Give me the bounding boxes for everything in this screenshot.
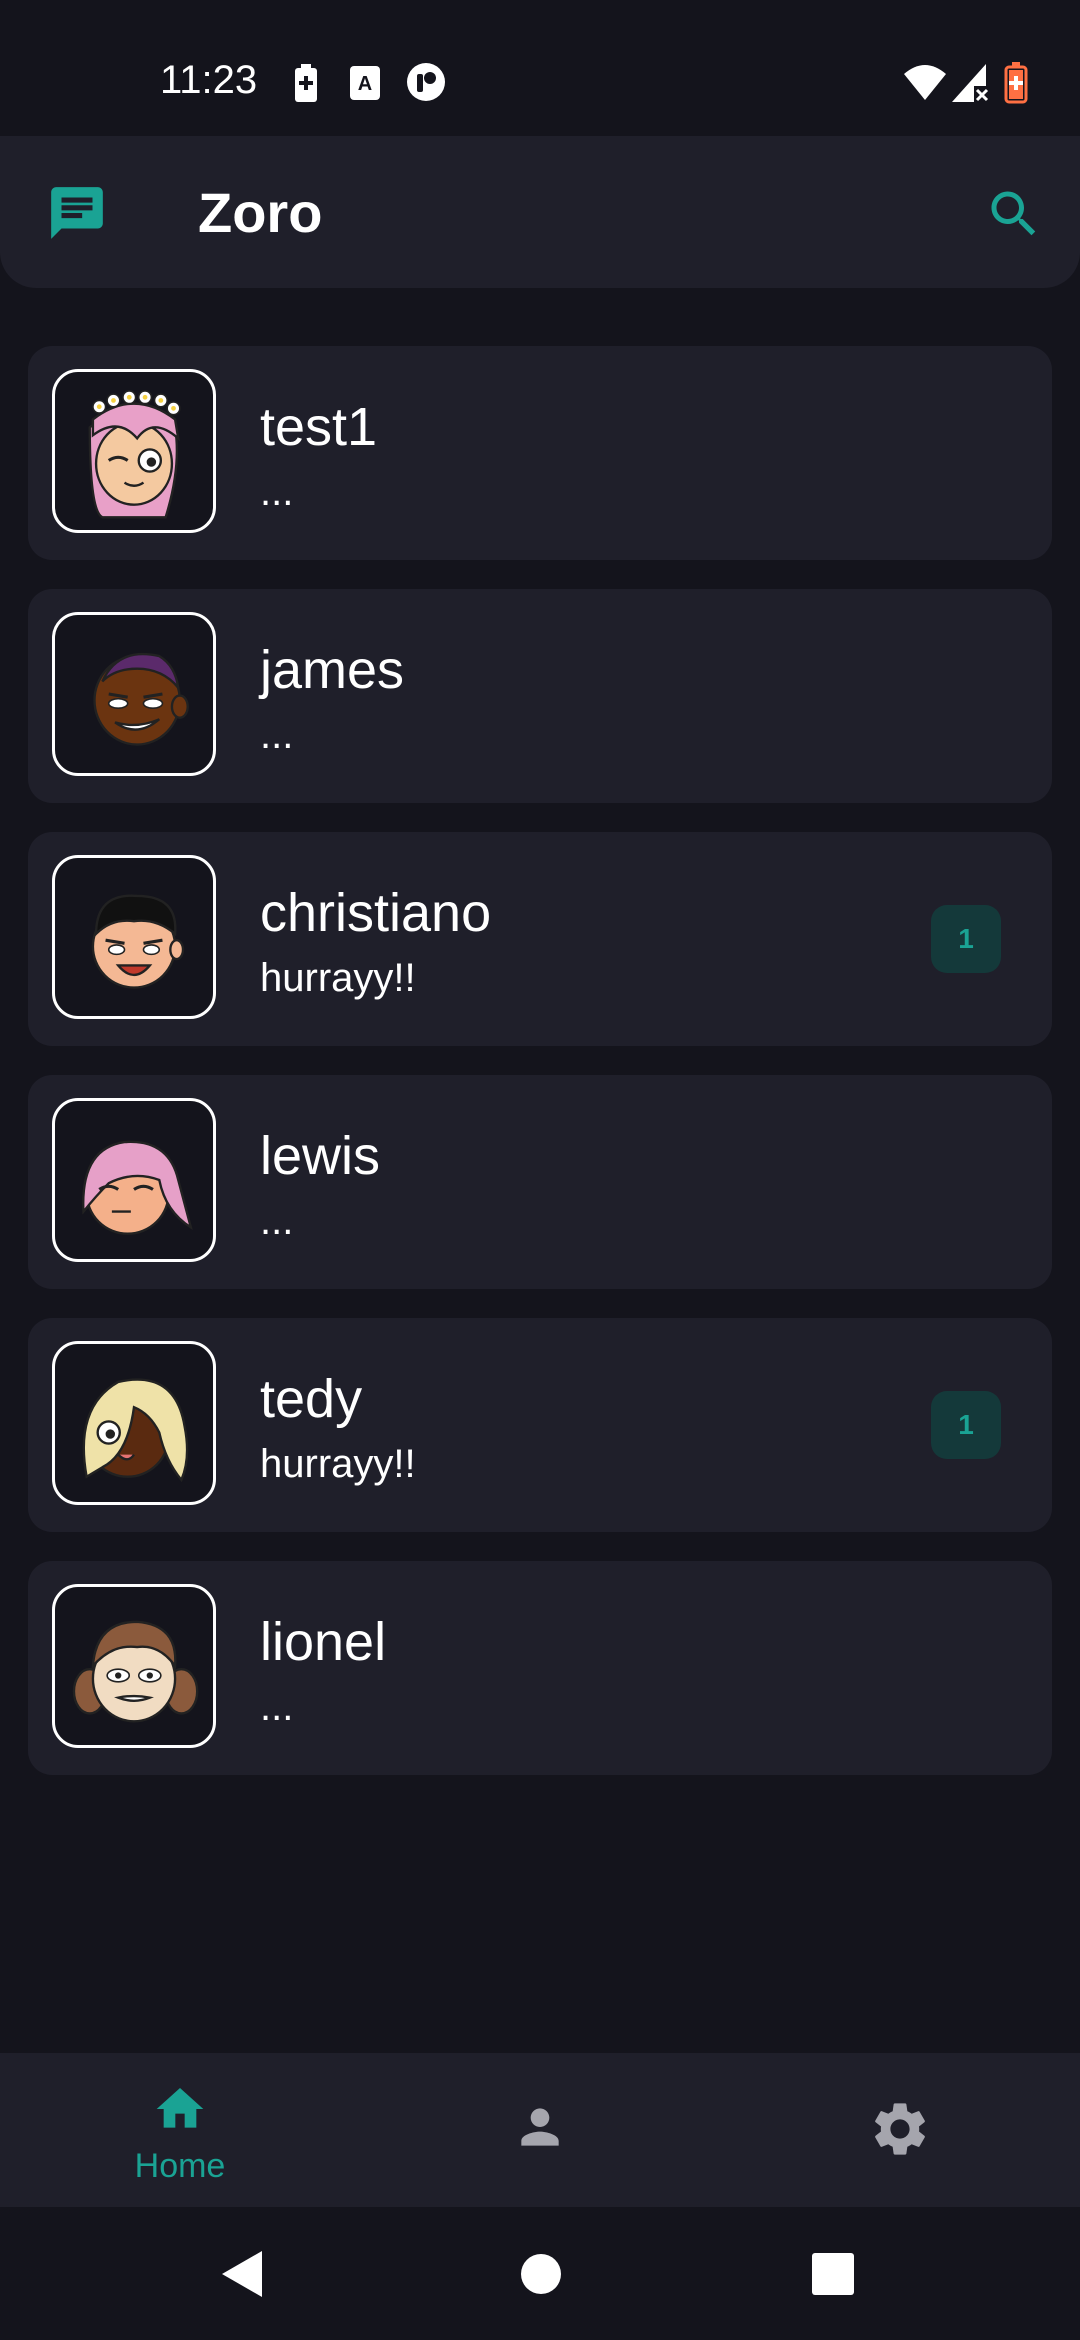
gear-icon	[875, 2103, 925, 2155]
chat-preview: ...	[260, 1199, 294, 1243]
dark-skin-purple-hair-avatar	[93, 652, 189, 746]
app-notification-icon	[407, 63, 445, 101]
unread-badge: 1	[931, 1391, 1001, 1459]
status-bar: 11:23 A	[0, 0, 1080, 135]
avatar	[52, 1341, 216, 1505]
chat-preview: ...	[260, 470, 294, 514]
nav-home[interactable]: Home	[0, 2053, 360, 2207]
black-hair-avatar	[91, 894, 185, 989]
search-icon[interactable]	[984, 184, 1044, 244]
avatar	[52, 1584, 216, 1748]
blonde-hair-avatar	[82, 1378, 189, 1483]
brown-pigtails-avatar	[72, 1620, 199, 1723]
system-nav-bar	[0, 2207, 1080, 2340]
home-circle-icon[interactable]	[520, 2253, 562, 2295]
chat-item-test1[interactable]: test1 ...	[28, 346, 1052, 560]
chat-preview: hurrayy!!	[260, 956, 416, 1000]
battery-saver-icon	[295, 64, 317, 102]
nav-profile[interactable]	[360, 2053, 720, 2207]
avatar	[52, 855, 216, 1019]
person-icon	[521, 2108, 559, 2146]
chat-item-lionel[interactable]: lionel ...	[28, 1561, 1052, 1775]
chat-preview: ...	[260, 1685, 294, 1729]
chat-name: christiano	[260, 883, 492, 943]
app-bar: Zoro	[0, 136, 1080, 288]
nav-home-label: Home	[134, 2147, 226, 2185]
recents-icon[interactable]	[812, 2253, 854, 2295]
battery-low-icon	[1004, 62, 1028, 104]
chat-name: lionel	[260, 1612, 387, 1672]
bottom-nav: Home	[0, 2053, 1080, 2207]
chat-preview: ...	[260, 713, 294, 757]
chat-list: test1 ... james ... christiano hurrayy!!…	[28, 346, 1052, 1804]
chat-name: test1	[260, 397, 378, 457]
status-time: 11:23	[160, 58, 258, 102]
chat-name: lewis	[260, 1126, 381, 1186]
chat-name: james	[260, 640, 405, 700]
wifi-icon	[904, 65, 946, 100]
keyboard-a-icon: A	[350, 66, 380, 100]
chat-item-james[interactable]: james ...	[28, 589, 1052, 803]
svg-text:A: A	[358, 73, 372, 95]
avatar	[52, 369, 216, 533]
cellular-signal-icon	[952, 64, 989, 102]
home-icon	[156, 2088, 204, 2128]
chat-item-tedy[interactable]: tedy hurrayy!! 1	[28, 1318, 1052, 1532]
chat-name: tedy	[260, 1369, 363, 1429]
nav-settings[interactable]	[720, 2053, 1080, 2207]
chat-item-lewis[interactable]: lewis ...	[28, 1075, 1052, 1289]
pink-bob-hair-avatar	[82, 1140, 193, 1235]
avatar	[52, 612, 216, 776]
chat-bubble-icon	[51, 187, 103, 239]
chat-preview: hurrayy!!	[260, 1442, 416, 1486]
unread-badge: 1	[931, 905, 1001, 973]
pink-hair-flower-crown-avatar	[88, 390, 181, 519]
back-icon[interactable]	[222, 2251, 264, 2297]
chat-item-christiano[interactable]: christiano hurrayy!! 1	[28, 832, 1052, 1046]
app-title: Zoro	[198, 181, 323, 244]
avatar	[52, 1098, 216, 1262]
